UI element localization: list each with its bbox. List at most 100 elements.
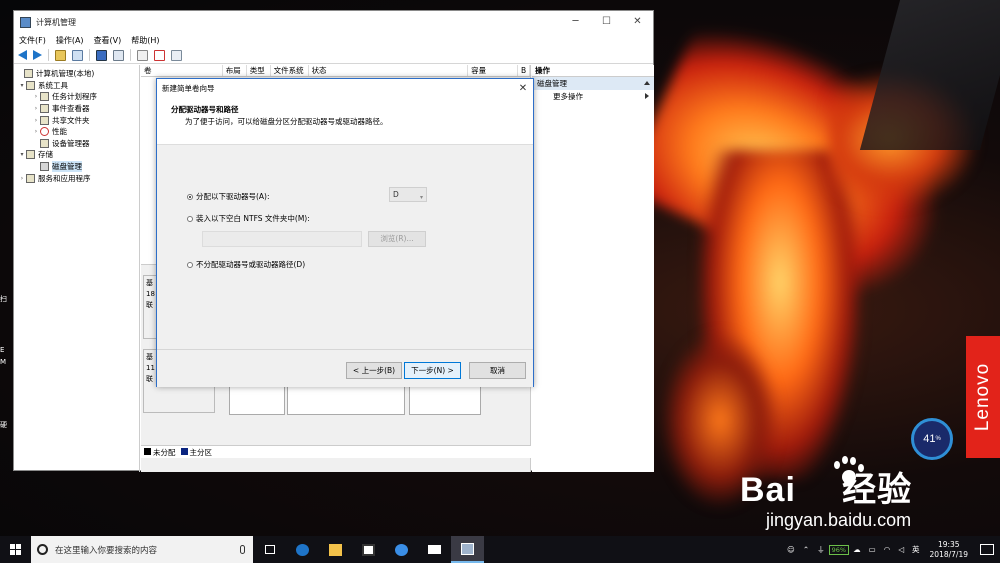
taskbar-mail[interactable] (418, 536, 451, 563)
microphone-icon[interactable] (240, 545, 245, 554)
expand-icon[interactable]: ▾ (18, 82, 26, 89)
window-icon[interactable] (171, 49, 182, 61)
edge-icon (296, 543, 309, 556)
checklist-icon[interactable] (154, 49, 165, 61)
connect-icon[interactable] (137, 49, 148, 61)
drive-letter-select[interactable]: D ▾ (389, 187, 427, 202)
meter-value: 41 (923, 433, 936, 445)
display-icon[interactable]: ▭ (869, 545, 876, 554)
browse-button[interactable]: 浏览(R)... (368, 231, 426, 247)
wizard-titlebar[interactable]: 新建简单卷向导 ✕ (157, 79, 533, 97)
menu-bar: 文件(F) 操作(A) 查看(V) 帮助(H) (14, 33, 653, 47)
taskbar-clock[interactable]: 19:35 2018/7/19 (930, 540, 968, 560)
back-button[interactable]: < 上一步(B) (346, 362, 402, 379)
expand-icon[interactable]: › (32, 117, 40, 124)
forward-arrow-icon[interactable] (33, 50, 42, 60)
start-button[interactable] (0, 536, 31, 563)
close-button[interactable]: ✕ (622, 11, 653, 33)
cortana-icon (37, 544, 48, 555)
column-volume[interactable]: 卷 (141, 65, 223, 76)
network-icon[interactable]: ◠ (884, 545, 891, 554)
people-icon[interactable]: ☺ (787, 545, 795, 554)
menu-view[interactable]: 查看(V) (94, 35, 122, 46)
tools-icon (26, 80, 35, 90)
radio-no-letter[interactable] (187, 261, 193, 268)
next-button[interactable]: 下一步(N) > (404, 362, 461, 379)
properties-icon[interactable] (113, 49, 124, 61)
expand-icon[interactable]: › (32, 93, 40, 100)
option-mount-folder[interactable]: 装入以下空白 NTFS 文件夹中(M): (187, 213, 310, 224)
menu-help[interactable]: 帮助(H) (131, 35, 159, 46)
cloud-icon[interactable]: ☁ (853, 545, 861, 554)
actions-section-disk-management[interactable]: 磁盘管理 (532, 77, 654, 90)
cancel-button[interactable]: 取消 (469, 362, 526, 379)
column-type[interactable]: 类型 (247, 65, 271, 76)
power-plug-icon[interactable]: ⏚ (817, 544, 825, 555)
maximize-button[interactable]: ☐ (591, 11, 622, 33)
tree-item-device-manager[interactable]: 设备管理器 (14, 138, 139, 150)
toolbar-separator (130, 49, 131, 61)
option-no-letter[interactable]: 不分配驱动器号或驱动器路径(D) (187, 259, 305, 270)
column-filesystem[interactable]: 文件系统 (271, 65, 309, 76)
more-actions-item[interactable]: 更多操作 (532, 90, 654, 103)
menu-action[interactable]: 操作(A) (56, 35, 84, 46)
action-center-icon[interactable] (980, 544, 994, 555)
folder-path-input[interactable] (202, 231, 362, 247)
expand-icon[interactable]: ▾ (18, 151, 26, 158)
radio-assign-letter[interactable] (187, 193, 193, 200)
tree-item-performance[interactable]: › 性能 (14, 126, 139, 138)
taskbar-clock-app[interactable] (385, 536, 418, 563)
up-folder-icon[interactable] (55, 49, 66, 61)
baidu-watermark: Bai 经验 jingyan.baidu.com (740, 456, 990, 542)
taskbar-search-box[interactable]: 在这里输入你要搜索的内容 (31, 536, 253, 563)
computer-icon (24, 69, 33, 79)
volume-icon[interactable]: ◁ (898, 545, 904, 554)
toolbar-separator (89, 49, 90, 61)
wizard-close-button[interactable]: ✕ (513, 83, 533, 94)
taskbar-store[interactable] (352, 536, 385, 563)
tree-item-computer-management[interactable]: 计算机管理(本地) (14, 68, 139, 80)
tree-item-system-tools[interactable]: ▾ 系统工具 (14, 80, 139, 92)
task-view-icon (264, 545, 275, 554)
battery-indicator[interactable]: 96% (828, 544, 850, 555)
folder-icon (329, 543, 342, 556)
minimize-button[interactable]: ─ (560, 11, 591, 33)
column-capacity[interactable]: 容量 (468, 65, 518, 76)
column-status[interactable]: 状态 (309, 65, 469, 76)
task-view-button[interactable] (253, 536, 286, 563)
chevron-up-icon[interactable]: ⌃ (803, 545, 809, 554)
services-icon (26, 173, 35, 183)
column-layout[interactable]: 布局 (223, 65, 247, 76)
option-assign-letter[interactable]: 分配以下驱动器号(A): (187, 191, 270, 202)
tree-item-event-viewer[interactable]: › 事件查看器 (14, 103, 139, 115)
window-titlebar[interactable]: 计算机管理 ─ ☐ ✕ (14, 11, 653, 33)
console-tree-icon[interactable] (72, 49, 83, 61)
desktop-label: E (0, 346, 5, 354)
tree-item-disk-management[interactable]: 磁盘管理 (14, 161, 139, 173)
expand-icon[interactable]: › (18, 175, 26, 182)
clock-date: 2018/7/19 (929, 549, 968, 559)
volume-list-header: 卷 布局 类型 文件系统 状态 容量 B (141, 65, 530, 77)
memory-meter-widget[interactable]: 41% (911, 418, 953, 460)
tree-item-shared-folders[interactable]: › 共享文件夹 (14, 114, 139, 126)
tree-item-task-scheduler[interactable]: › 任务计划程序 (14, 91, 139, 103)
expand-icon[interactable]: › (32, 105, 40, 112)
back-arrow-icon[interactable] (18, 50, 27, 60)
taskbar-file-explorer[interactable] (319, 536, 352, 563)
ime-indicator[interactable]: 英 (912, 544, 920, 555)
wizard-subheading: 为了便于访问，可以给磁盘分区分配驱动器号或驱动器路径。 (185, 117, 388, 126)
help-icon[interactable] (96, 49, 107, 61)
radio-mount-folder[interactable] (187, 215, 193, 222)
tree-item-storage[interactable]: ▾ 存储 (14, 149, 139, 161)
legend-swatch (144, 447, 151, 455)
menu-file[interactable]: 文件(F) (19, 35, 46, 46)
tree-item-services-apps[interactable]: › 服务和应用程序 (14, 172, 139, 184)
mail-icon (428, 545, 441, 554)
legend-swatch (180, 447, 188, 455)
taskbar-computer-management[interactable] (451, 536, 484, 563)
collapse-icon[interactable] (644, 81, 650, 85)
column-b[interactable]: B (518, 65, 530, 76)
taskbar-edge[interactable] (286, 536, 319, 563)
expand-icon[interactable]: › (32, 128, 40, 135)
watermark-logo-left: Bai (740, 471, 796, 509)
